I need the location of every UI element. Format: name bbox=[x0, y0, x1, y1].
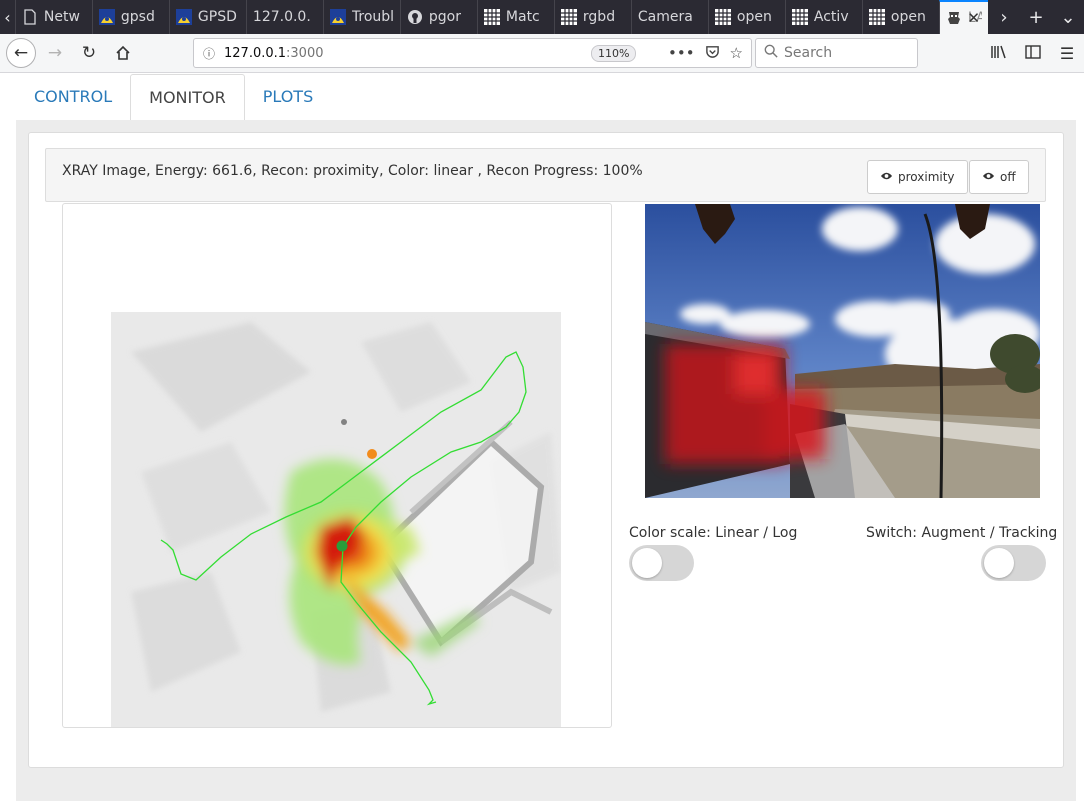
camera-feed-image bbox=[645, 204, 1040, 498]
pocket-icon[interactable] bbox=[705, 44, 720, 63]
page-actions-icon[interactable]: ••• bbox=[668, 44, 695, 63]
switch-label: Switch: Augment / Tracking bbox=[866, 525, 1058, 541]
start-marker bbox=[367, 449, 377, 459]
browser-tab-title: Netw bbox=[43, 9, 80, 25]
browser-tab-title: Troubl bbox=[351, 9, 394, 25]
grid-icon bbox=[561, 9, 578, 26]
browser-tab[interactable]: open bbox=[861, 0, 939, 34]
satellite-icon bbox=[330, 9, 347, 26]
browser-tab-active[interactable]: LA ✕ bbox=[938, 0, 988, 34]
browser-tab-title: GPSD bbox=[197, 9, 237, 25]
image-status-text: XRAY Image, Energy: 661.6, Recon: proxim… bbox=[62, 163, 643, 179]
tab-scroll-left-icon[interactable]: ‹ bbox=[0, 0, 15, 34]
browser-tab-title: Camera bbox=[637, 9, 693, 25]
home-icon[interactable] bbox=[108, 38, 138, 68]
satellite-icon bbox=[176, 9, 193, 26]
browser-tab-title: open bbox=[736, 9, 772, 25]
browser-tab-title: Activ bbox=[813, 9, 849, 25]
search-icon bbox=[764, 44, 778, 62]
color-scale-toggle[interactable] bbox=[629, 545, 694, 581]
sidebar-icon[interactable] bbox=[1016, 44, 1050, 63]
browser-tab-title: pgor bbox=[428, 9, 462, 25]
url-bar[interactable]: ⓘ 127.0.0.1:3000 110% ••• ☆ bbox=[193, 38, 752, 68]
proximity-button[interactable]: proximity bbox=[867, 160, 968, 194]
browser-tab[interactable]: rgbd bbox=[553, 0, 631, 34]
toggle-knob bbox=[632, 548, 662, 578]
grid-icon bbox=[869, 9, 886, 26]
browser-tab[interactable]: Netw bbox=[14, 0, 92, 34]
back-arrow-icon[interactable]: ← bbox=[6, 38, 36, 68]
bookmark-star-icon[interactable]: ☆ bbox=[730, 44, 743, 63]
search-placeholder: Search bbox=[784, 45, 833, 61]
close-tab-icon[interactable]: ✕ bbox=[967, 9, 980, 27]
browser-tab[interactable]: Matc bbox=[476, 0, 554, 34]
github-icon bbox=[407, 9, 424, 26]
document-icon bbox=[22, 9, 39, 26]
robot-icon bbox=[946, 10, 963, 27]
new-tab-icon[interactable]: + bbox=[1020, 7, 1052, 28]
toggle-knob bbox=[984, 548, 1014, 578]
library-icon[interactable] bbox=[982, 44, 1016, 64]
eye-icon bbox=[982, 170, 995, 184]
browser-tab[interactable]: GPSD bbox=[168, 0, 246, 34]
view-toggle-button[interactable]: off bbox=[969, 160, 1029, 194]
tab-scroll-right-icon[interactable]: › bbox=[988, 7, 1020, 28]
browser-tab-title: open bbox=[890, 9, 926, 25]
browser-tab-title: rgbd bbox=[582, 9, 616, 25]
eye-icon bbox=[880, 170, 893, 184]
info-icon[interactable]: ⓘ bbox=[194, 45, 224, 62]
proximity-button-label: proximity bbox=[898, 170, 955, 184]
menu-icon[interactable]: ☰ bbox=[1050, 44, 1084, 63]
grid-icon bbox=[792, 9, 809, 26]
satellite-icon bbox=[99, 9, 116, 26]
browser-tab[interactable]: 127.0.0. bbox=[245, 0, 323, 34]
current-position-marker bbox=[336, 540, 348, 552]
tab-monitor[interactable]: MONITOR bbox=[130, 74, 245, 120]
reload-icon[interactable]: ↻ bbox=[74, 38, 104, 68]
forward-arrow-icon[interactable]: → bbox=[40, 38, 70, 68]
browser-tab[interactable]: Activ bbox=[784, 0, 862, 34]
search-input[interactable]: Search bbox=[755, 38, 918, 68]
url-text: 127.0.0.1:3000 bbox=[224, 45, 324, 61]
browser-navbar: ← → ↻ ⓘ 127.0.0.1:3000 110% ••• ☆ Search… bbox=[0, 34, 1084, 73]
radiation-map-panel bbox=[62, 203, 612, 728]
browser-tab-title: gpsd bbox=[120, 9, 155, 25]
radiation-heatmap-image bbox=[111, 312, 561, 727]
augment-tracking-toggle[interactable] bbox=[981, 545, 1046, 581]
browser-tab-title: Matc bbox=[505, 9, 540, 25]
browser-tab-title: 127.0.0. bbox=[252, 9, 311, 25]
tab-plots[interactable]: PLOTS bbox=[245, 74, 332, 120]
color-scale-label: Color scale: Linear / Log bbox=[629, 525, 798, 541]
browser-tab[interactable]: gpsd bbox=[91, 0, 169, 34]
browser-tab[interactable]: open bbox=[707, 0, 785, 34]
browser-tab[interactable]: Troubl bbox=[322, 0, 400, 34]
grid-icon bbox=[484, 9, 501, 26]
image-header-bar: XRAY Image, Energy: 661.6, Recon: proxim… bbox=[45, 148, 1046, 202]
tab-control[interactable]: CONTROL bbox=[16, 74, 130, 120]
tab-list-chevron-icon[interactable]: ⌄ bbox=[1052, 7, 1084, 28]
browser-tab[interactable]: Camera bbox=[630, 0, 708, 34]
app-tabs: CONTROL MONITOR PLOTS bbox=[16, 74, 331, 120]
view-toggle-label: off bbox=[1000, 170, 1016, 184]
zoom-badge[interactable]: 110% bbox=[591, 45, 637, 62]
browser-tab-strip: ‹ Netw gpsd GPSD 127.0.0. Troubl pgor Matc rgbd… bbox=[0, 0, 1084, 34]
browser-tab[interactable]: pgor bbox=[399, 0, 477, 34]
grid-icon bbox=[715, 9, 732, 26]
